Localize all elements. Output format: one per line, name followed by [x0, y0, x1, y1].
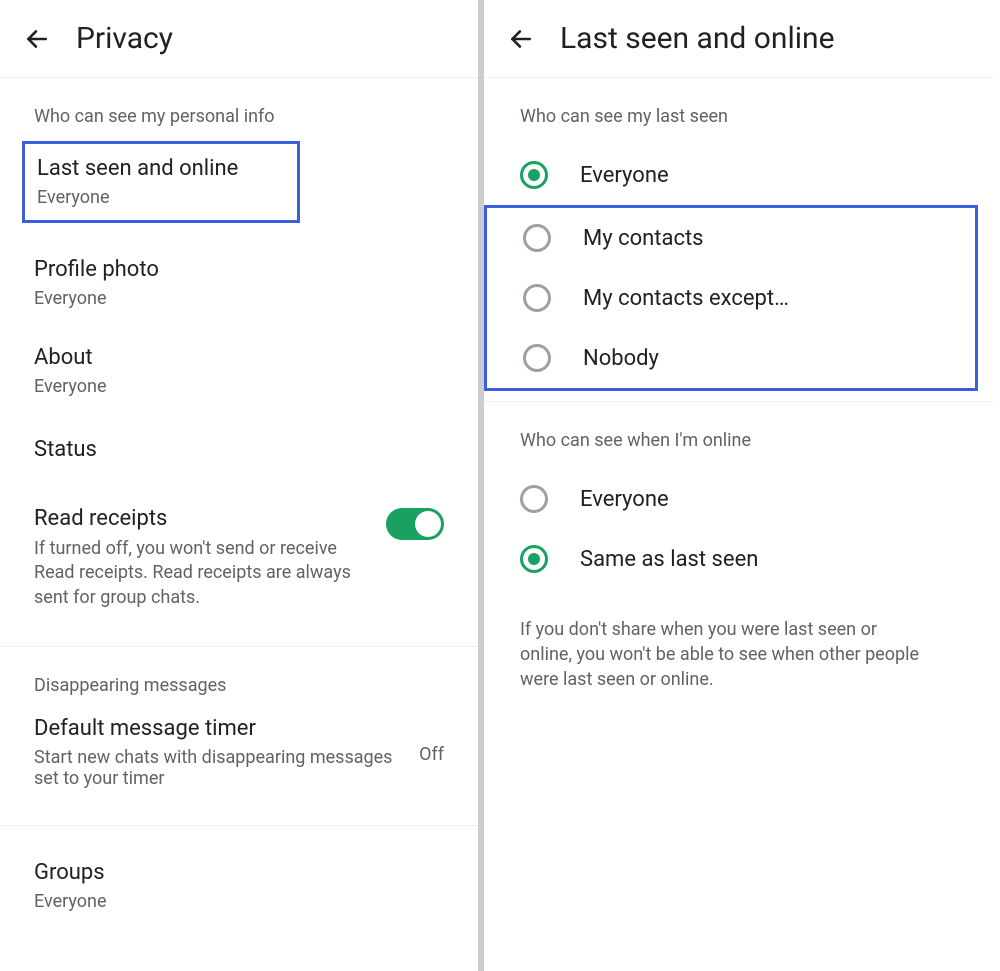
option-label: My contacts — [583, 226, 704, 251]
option-label: My contacts except… — [583, 286, 789, 311]
privacy-appbar: Privacy — [0, 0, 478, 78]
item-title: Default message timer — [34, 716, 403, 741]
option-my-contacts[interactable]: My contacts — [487, 208, 975, 268]
item-title: Groups — [34, 860, 444, 885]
back-icon[interactable] — [508, 26, 534, 52]
item-title: Status — [34, 433, 444, 466]
option-everyone[interactable]: Everyone — [484, 145, 994, 205]
last-seen-title: Last seen and online — [560, 21, 835, 56]
item-title: About — [34, 345, 444, 370]
item-default-message-timer[interactable]: Default message timer Start new chats wi… — [0, 710, 478, 807]
option-my-contacts-except[interactable]: My contacts except… — [487, 268, 975, 328]
item-description: If turned off, you won't send or receive… — [34, 537, 370, 610]
item-description: Start new chats with disappearing messag… — [34, 747, 394, 789]
item-title: Read receipts — [34, 506, 370, 531]
online-options: Everyone Same as last seen — [484, 465, 994, 599]
toggle-knob — [415, 511, 441, 537]
option-online-everyone[interactable]: Everyone — [484, 469, 994, 529]
last-seen-appbar: Last seen and online — [484, 0, 994, 78]
item-value: Off — [419, 744, 444, 765]
item-last-seen-online[interactable]: Last seen and online Everyone — [22, 141, 300, 223]
privacy-pane: Privacy Who can see my personal info Las… — [0, 0, 484, 971]
radio-icon — [520, 545, 548, 573]
radio-icon — [523, 284, 551, 312]
item-profile-photo[interactable]: Profile photo Everyone — [0, 243, 478, 323]
option-online-same-as-last-seen[interactable]: Same as last seen — [484, 529, 994, 589]
option-label: Nobody — [583, 346, 659, 371]
item-value: Everyone — [34, 288, 444, 309]
radio-icon — [520, 161, 548, 189]
option-label: Everyone — [580, 163, 669, 188]
section-disappearing: Disappearing messages — [0, 647, 478, 710]
item-title: Profile photo — [34, 257, 444, 282]
section-who-online: Who can see when I'm online — [484, 402, 994, 465]
read-receipts-toggle[interactable] — [386, 508, 444, 540]
item-value: Everyone — [34, 376, 444, 397]
section-personal-info: Who can see my personal info — [0, 78, 478, 141]
back-icon[interactable] — [24, 26, 50, 52]
item-value: Everyone — [37, 187, 285, 208]
radio-icon — [520, 485, 548, 513]
option-label: Same as last seen — [580, 547, 758, 572]
item-about[interactable]: About Everyone — [0, 331, 478, 411]
privacy-title: Privacy — [76, 21, 173, 56]
item-value: Everyone — [34, 891, 444, 912]
item-status[interactable]: Status — [0, 419, 478, 480]
last-seen-options: Everyone My contacts My contacts except…… — [484, 141, 994, 401]
options-highlight: My contacts My contacts except… Nobody — [484, 205, 978, 391]
info-text: If you don't share when you were last se… — [484, 599, 954, 693]
item-groups[interactable]: Groups Everyone — [0, 846, 478, 926]
radio-icon — [523, 344, 551, 372]
item-read-receipts[interactable]: Read receipts If turned off, you won't s… — [0, 488, 478, 628]
item-title: Last seen and online — [37, 156, 285, 181]
radio-icon — [523, 224, 551, 252]
last-seen-pane: Last seen and online Who can see my last… — [484, 0, 994, 971]
option-label: Everyone — [580, 487, 669, 512]
app-container: Privacy Who can see my personal info Las… — [0, 0, 1000, 971]
option-nobody[interactable]: Nobody — [487, 328, 975, 388]
section-who-last-seen: Who can see my last seen — [484, 78, 994, 141]
